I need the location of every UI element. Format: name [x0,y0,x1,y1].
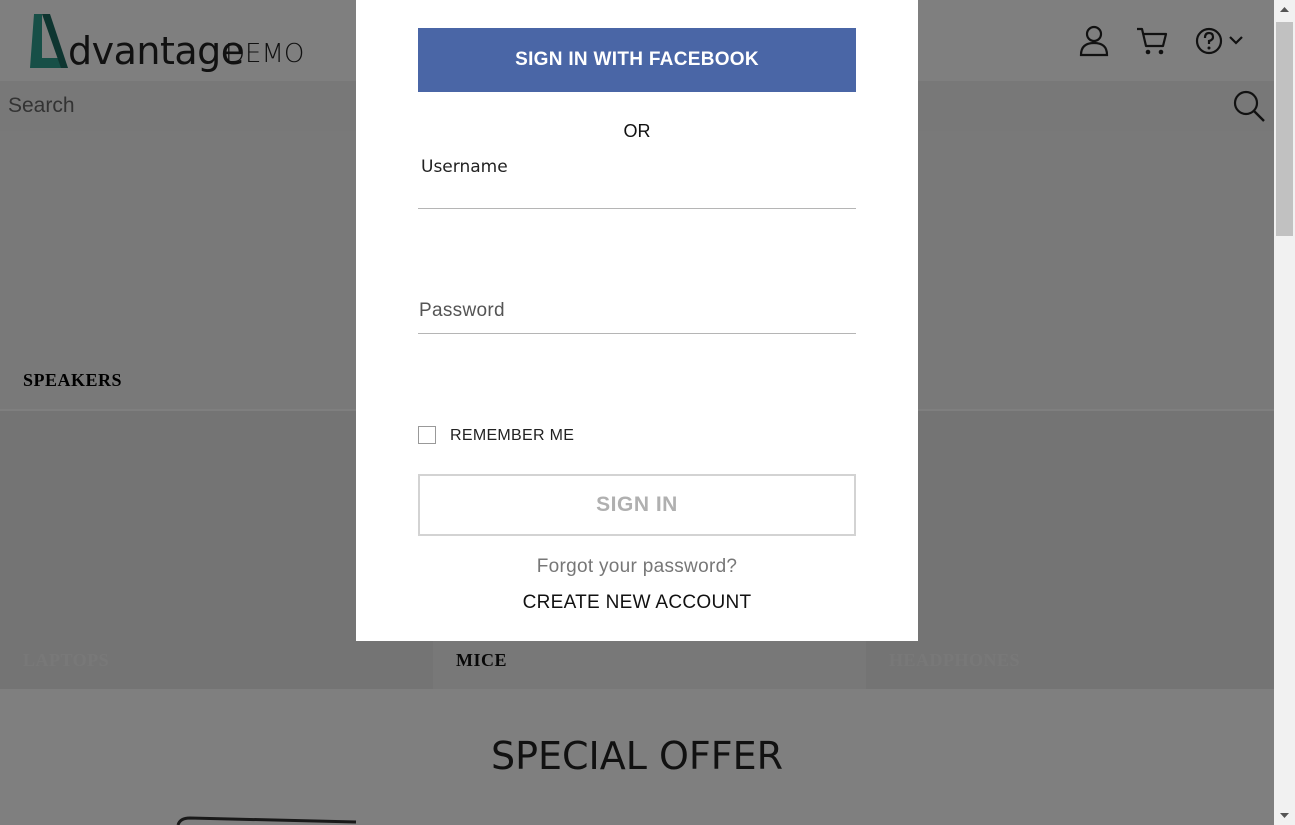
scroll-down-arrow-icon[interactable] [1274,805,1295,825]
vertical-scrollbar[interactable] [1274,0,1295,825]
scroll-thumb[interactable] [1276,22,1293,236]
sign-in-button[interactable]: SIGN IN [418,474,856,536]
username-underline [418,208,856,209]
username-label: Username [421,157,508,177]
forgot-password-link[interactable]: Forgot your password? [356,556,918,578]
modal-logo-icon [576,0,726,4]
remember-me-checkbox[interactable] [418,426,436,444]
or-divider-text: OR [623,121,651,141]
scroll-up-arrow-icon[interactable] [1274,0,1295,20]
password-field[interactable] [418,301,856,331]
username-field[interactable] [418,177,856,207]
remember-me-label[interactable]: REMEMBER ME [450,427,574,445]
facebook-signin-button[interactable]: SIGN IN WITH FACEBOOK [418,28,856,92]
password-underline [418,333,856,334]
login-modal: SIGN IN WITH FACEBOOK OR Username Passwo… [356,0,918,641]
create-account-link[interactable]: CREATE NEW ACCOUNT [356,592,918,614]
